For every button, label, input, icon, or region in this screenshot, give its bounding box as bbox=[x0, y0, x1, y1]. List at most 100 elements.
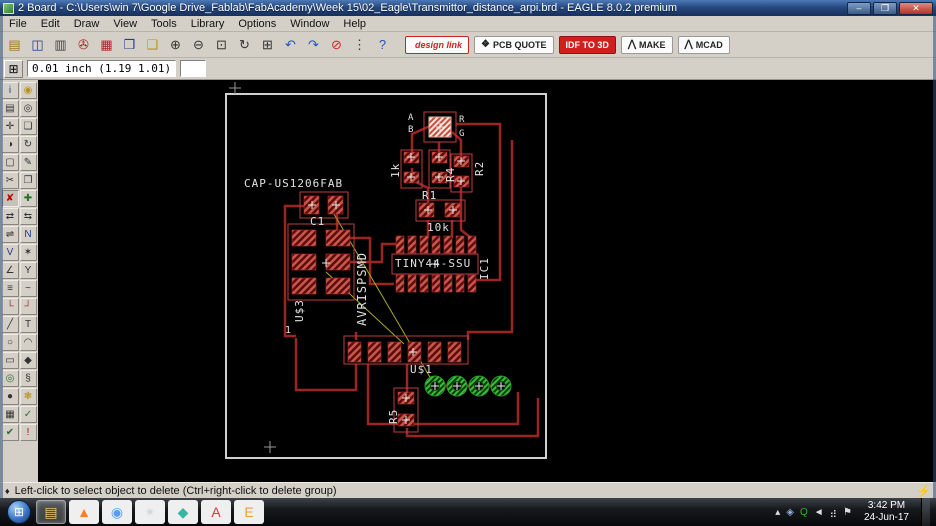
tool-optimize[interactable]: ≡ bbox=[1, 280, 19, 297]
menu-item-draw[interactable]: Draw bbox=[67, 17, 107, 31]
tool-erc[interactable]: ✓ bbox=[19, 406, 37, 423]
minimize-button[interactable]: – bbox=[847, 1, 871, 15]
show-desktop-button[interactable] bbox=[921, 498, 930, 526]
toolbar-icon-zoom-redraw[interactable]: ↻ bbox=[234, 34, 255, 55]
toolbar-icon-zoom-out[interactable]: ⊖ bbox=[188, 34, 209, 55]
tool-meander[interactable]: ~ bbox=[19, 280, 37, 297]
toolbar-button-design-link[interactable]: design link bbox=[405, 35, 470, 54]
tool-via[interactable]: ◎ bbox=[1, 370, 19, 387]
tool-circle[interactable]: ○ bbox=[1, 334, 19, 351]
tool-signal[interactable]: § bbox=[19, 370, 37, 387]
menu-item-edit[interactable]: Edit bbox=[34, 17, 67, 31]
close-button[interactable]: ✕ bbox=[899, 1, 933, 15]
tool-paste[interactable]: ❐ bbox=[19, 172, 37, 189]
menu-item-file[interactable]: File bbox=[2, 17, 34, 31]
taskbar-app-autocad[interactable]: A bbox=[201, 500, 231, 524]
tool-text[interactable]: T bbox=[19, 316, 37, 333]
chip-logo-icon: ⋀ bbox=[684, 39, 693, 50]
tool-pinswap[interactable]: ⇄ bbox=[1, 208, 19, 225]
command-input[interactable] bbox=[180, 60, 207, 77]
taskbar-app-explorer[interactable]: ▤ bbox=[36, 500, 66, 524]
start-button[interactable]: ⊞ bbox=[7, 500, 31, 524]
tool-errors[interactable]: ! bbox=[19, 424, 37, 441]
menu-item-view[interactable]: View bbox=[106, 17, 144, 31]
toolbar-button-make[interactable]: ⋀ MAKE bbox=[620, 35, 673, 54]
toolbar-icon-library-sheet[interactable]: ❑ bbox=[142, 34, 163, 55]
tool-split[interactable]: Y bbox=[19, 262, 37, 279]
tool-mirror[interactable]: ◑ bbox=[1, 136, 19, 153]
tool-polygon[interactable]: ◆ bbox=[19, 352, 37, 369]
toolbar-icon-stop[interactable]: ⊘ bbox=[326, 34, 347, 55]
tool-rotate[interactable]: ↻ bbox=[19, 136, 37, 153]
toolbar-icon-board-schematic-toggle[interactable]: ❒ bbox=[119, 34, 140, 55]
maximize-button[interactable]: ❐ bbox=[873, 1, 897, 15]
tool-smash[interactable]: ✶ bbox=[19, 244, 37, 261]
taskbar-app-chrome[interactable]: ◉ bbox=[102, 500, 132, 524]
tool-arc[interactable]: ◠ bbox=[19, 334, 37, 351]
toolbar-icon-help[interactable]: ? bbox=[372, 34, 393, 55]
toolbar-icon-cam-processor[interactable]: ✇ bbox=[73, 34, 94, 55]
tool-wire[interactable]: ╱ bbox=[1, 316, 19, 333]
taskbar-app-app-starburst[interactable]: ✴ bbox=[135, 500, 165, 524]
tool-cut[interactable]: ✂ bbox=[1, 172, 19, 189]
pcb-label-led-g: G bbox=[459, 129, 466, 139]
tool-gateswap[interactable]: ⇌ bbox=[1, 226, 19, 243]
tray-icon-tray-app[interactable]: ◈ bbox=[786, 507, 794, 518]
tool-group[interactable]: ▢ bbox=[1, 154, 19, 171]
tool-drc[interactable]: ✔ bbox=[1, 424, 19, 441]
toolbar-icon-print[interactable]: ▥ bbox=[50, 34, 71, 55]
tool-miter[interactable]: ∠ bbox=[1, 262, 19, 279]
toolbar-button-pcb-quote[interactable]: ❖ PCB QUOTE bbox=[474, 35, 554, 54]
taskbar-app-app-teal[interactable]: ◆ bbox=[168, 500, 198, 524]
grid-settings-button[interactable]: ⊞ bbox=[4, 59, 23, 78]
toolbar-button-mcad[interactable]: ⋀ MCAD bbox=[677, 35, 730, 54]
tool-change[interactable]: ✎ bbox=[19, 154, 37, 171]
tool-replace[interactable]: ⇆ bbox=[19, 208, 37, 225]
menu-item-library[interactable]: Library bbox=[184, 17, 232, 31]
toolbar-icon-redo[interactable]: ↷ bbox=[303, 34, 324, 55]
toolbar-icon-zoom-fit[interactable]: ⊡ bbox=[211, 34, 232, 55]
toolbar-icon-save[interactable]: ◫ bbox=[27, 34, 48, 55]
tool-info[interactable]: i bbox=[1, 82, 19, 99]
board-canvas[interactable]: CAP-US1206FAB C1 U$3 1 AVRISPSMD TINY44-SSU IC… bbox=[38, 80, 936, 482]
menu-item-options[interactable]: Options bbox=[231, 17, 283, 31]
tool-delete[interactable]: ✘ bbox=[1, 190, 19, 207]
tray-icon-hidden-icons[interactable]: ▴ bbox=[775, 507, 780, 518]
system-tray: ▴ ◈ Q ◄ ⣴ ⚑ 3:42 PM 24-Jun-17 bbox=[775, 498, 934, 526]
taskbar-app-vlc[interactable]: ▲ bbox=[69, 500, 99, 524]
tool-mark[interactable]: ◎ bbox=[19, 100, 37, 117]
menu-item-tools[interactable]: Tools bbox=[144, 17, 184, 31]
tool-name[interactable]: N bbox=[19, 226, 37, 243]
pcb-label-led-a: A bbox=[408, 113, 415, 123]
tool-ripup[interactable]: ┘ bbox=[19, 298, 37, 315]
tool-show[interactable]: ◉ bbox=[19, 82, 37, 99]
tray-icon-network[interactable]: ⣴ bbox=[830, 507, 837, 518]
tool-auto[interactable]: ▦ bbox=[1, 406, 19, 423]
tool-rect[interactable]: ▭ bbox=[1, 352, 19, 369]
toolbar-icon-zoom-in[interactable]: ⊕ bbox=[165, 34, 186, 55]
tray-icon-antivirus[interactable]: Q bbox=[800, 507, 808, 518]
toolbar-button-idf-to-3d[interactable]: IDF TO 3D bbox=[558, 35, 616, 54]
menu-item-help[interactable]: Help bbox=[336, 17, 373, 31]
menu-item-window[interactable]: Window bbox=[283, 17, 336, 31]
tool-add[interactable]: ✚ bbox=[19, 190, 37, 207]
tool-ratsnest[interactable]: ❃ bbox=[19, 388, 37, 405]
status-text: Left-click to select object to delete (C… bbox=[14, 484, 337, 497]
tool-value[interactable]: V bbox=[1, 244, 19, 261]
taskbar-clock[interactable]: 3:42 PM 24-Jun-17 bbox=[858, 500, 915, 525]
taskbar-app-eagle[interactable]: E bbox=[234, 500, 264, 524]
tray-icon-action-center[interactable]: ⚑ bbox=[843, 507, 852, 518]
tool-display[interactable]: ▤ bbox=[1, 100, 19, 117]
tool-palette: i ◉ ▤ ◎ ✛ ❏ ◑ ↻ ▢ ✎ ✂ ❐ ✘ ✚ ⇄ ⇆ ⇌ N V ✶ ∠ Y ≡ ~ └ ┘ ╱ T ○ ◠ ▭ ◆ ◎ § ● ❃ ▦ ✓ ✔! bbox=[0, 80, 38, 482]
tray-icon-volume[interactable]: ◄ bbox=[814, 507, 824, 518]
toolbar-icon-open-folder[interactable]: ▤ bbox=[4, 34, 25, 55]
origin-cross-icon bbox=[229, 82, 276, 453]
tool-copy[interactable]: ❏ bbox=[19, 118, 37, 135]
toolbar-icon-undo[interactable]: ↶ bbox=[280, 34, 301, 55]
toolbar-icon-more-options[interactable]: ⋮ bbox=[349, 34, 370, 55]
tool-hole[interactable]: ● bbox=[1, 388, 19, 405]
toolbar-icon-zoom-select[interactable]: ⊞ bbox=[257, 34, 278, 55]
tool-move[interactable]: ✛ bbox=[1, 118, 19, 135]
tool-route[interactable]: └ bbox=[1, 298, 19, 315]
toolbar-icon-drill-legend[interactable]: ▦ bbox=[96, 34, 117, 55]
